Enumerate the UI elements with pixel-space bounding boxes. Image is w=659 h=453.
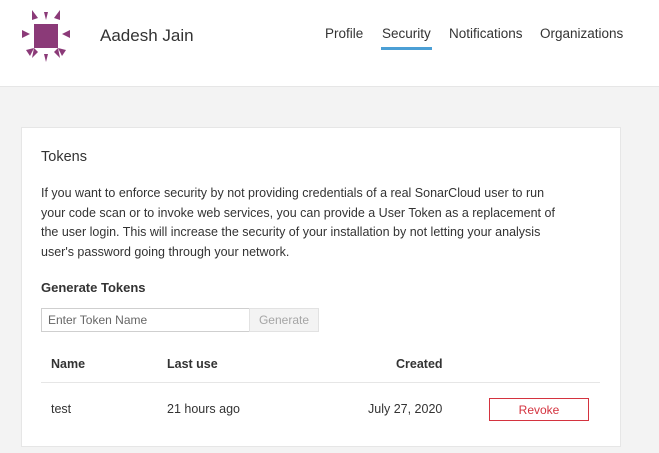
token-name-cell: test [51,402,72,416]
account-nav: Profile Security Notifications Organizat… [0,26,659,56]
tab-organizations[interactable]: Organizations [540,26,623,41]
tokens-description: If you want to enforce security by not p… [41,184,601,262]
tab-security-label: Security [382,26,431,41]
active-tab-indicator [381,47,432,50]
token-last-use-cell: 21 hours ago [167,402,240,416]
tokens-card: Tokens If you want to enforce security b… [21,127,621,447]
column-header-last-use: Last use [167,357,218,371]
revoke-button[interactable]: Revoke [489,398,589,421]
tab-notifications[interactable]: Notifications [449,26,523,41]
token-created-cell: July 27, 2020 [368,402,443,416]
tab-security[interactable]: Security [381,26,432,50]
description-line: the user login. This will increase the s… [41,225,541,239]
column-header-created: Created [396,357,443,371]
description-line: If you want to enforce security by not p… [41,186,545,200]
description-line: your code scan or to invoke web services… [41,205,555,220]
generate-button[interactable]: Generate [249,308,319,332]
table-divider [41,382,600,383]
tab-profile[interactable]: Profile [325,26,363,41]
generate-tokens-title: Generate Tokens [41,280,146,295]
top-header: Aadesh Jain Profile Security Notificatio… [0,0,659,87]
column-header-name: Name [51,357,86,371]
tokens-title: Tokens [41,149,87,165]
token-name-input[interactable] [41,308,254,332]
description-line: user's password going through your netwo… [41,244,290,259]
